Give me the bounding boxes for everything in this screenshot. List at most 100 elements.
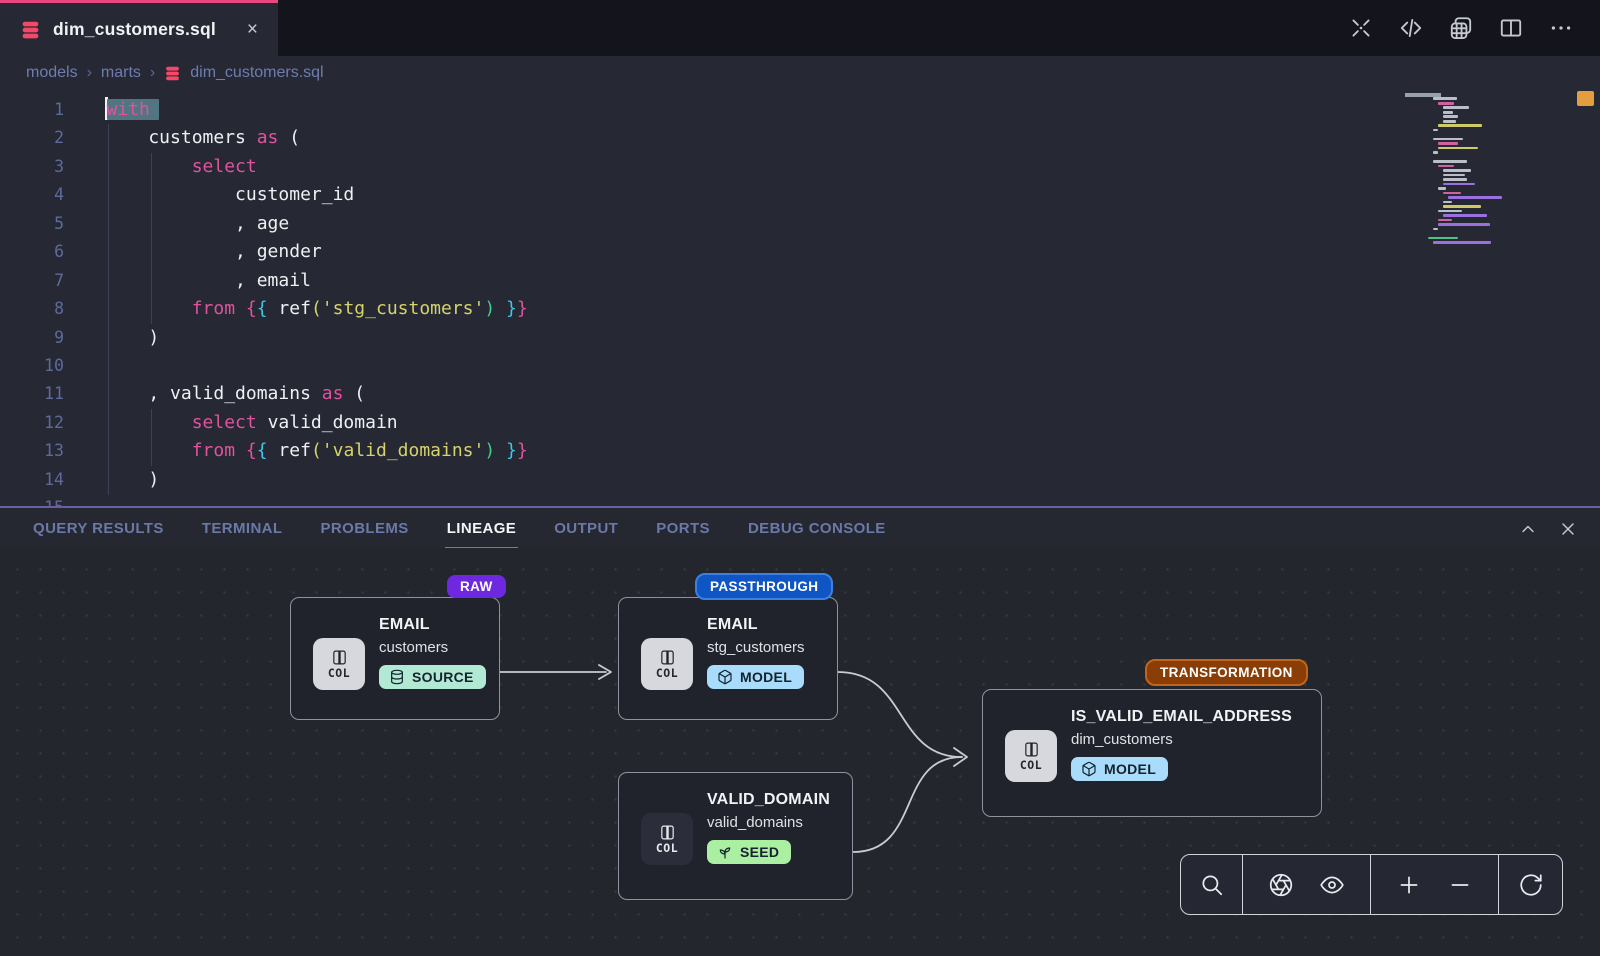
- collapse-panel-icon[interactable]: [1518, 519, 1538, 539]
- breadcrumb-separator: ›: [87, 64, 92, 82]
- panel-actions: [1518, 508, 1578, 550]
- code-line: from {{ ref('valid_domains') }}: [105, 437, 1420, 465]
- lineage-toolbar: [1180, 854, 1563, 915]
- zoom-out-icon[interactable]: [1447, 872, 1473, 898]
- code-line: , age: [105, 210, 1420, 238]
- lineage-node-stg-customers-email[interactable]: COL EMAIL stg_customers MODEL: [618, 597, 838, 720]
- toolbar-group-refresh: [1499, 855, 1562, 914]
- column-name: VALID_DOMAIN: [707, 791, 830, 809]
- badge-passthrough: PASSTHROUGH: [695, 573, 833, 600]
- cube-icon: [717, 669, 733, 685]
- code-line: select: [105, 153, 1420, 181]
- column-icon: COL: [641, 813, 693, 865]
- column-name: EMAIL: [379, 616, 486, 634]
- minimap-selection-marker: [1405, 93, 1441, 97]
- editor-tab-dim-customers[interactable]: dim_customers.sql ×: [0, 0, 278, 56]
- breadcrumb-separator: ›: [150, 64, 155, 82]
- code-editor[interactable]: 123456789101112131415 with customers as …: [0, 90, 1600, 506]
- panel-tab-query-results[interactable]: QUERY RESULTS: [33, 507, 164, 549]
- more-options-icon[interactable]: [1548, 15, 1574, 41]
- panel-tab-debug-console[interactable]: DEBUG CONSOLE: [748, 507, 886, 549]
- panel-tab-bar: QUERY RESULTS TERMINAL PROBLEMS LINEAGE OUTP…: [0, 506, 1600, 548]
- line-number: 2: [0, 124, 64, 152]
- type-pill-source: SOURCE: [379, 665, 486, 689]
- code-line: [105, 352, 1420, 380]
- ide-window: dim_customers.sql ×: [0, 0, 1600, 956]
- panel-tab-ports[interactable]: PORTS: [656, 507, 710, 549]
- line-number: 13: [0, 437, 64, 465]
- panel-tab-lineage[interactable]: LINEAGE: [447, 507, 516, 549]
- panel-tab-output[interactable]: OUTPUT: [554, 507, 618, 549]
- toolbar-group-search: [1181, 855, 1243, 914]
- column-name: IS_VALID_EMAIL_ADDRESS: [1071, 708, 1292, 726]
- line-number: 4: [0, 181, 64, 209]
- code-line: ): [105, 324, 1420, 352]
- line-number: 5: [0, 210, 64, 238]
- code-line: with: [105, 96, 1420, 124]
- line-number-gutter: 123456789101112131415: [0, 96, 64, 506]
- badge-transformation: TRANSFORMATION: [1145, 659, 1308, 686]
- type-pill-model: MODEL: [1071, 757, 1168, 781]
- zoom-in-icon[interactable]: [1396, 872, 1422, 898]
- code-line: from {{ ref('stg_customers') }}: [105, 295, 1420, 323]
- indent-guide: [151, 409, 152, 466]
- breadcrumb-item-dim-customers-sql[interactable]: dim_customers.sql: [190, 64, 323, 82]
- dbt-logo-icon[interactable]: [1348, 15, 1374, 41]
- refresh-icon[interactable]: [1518, 872, 1544, 898]
- table-copy-icon[interactable]: [1448, 15, 1474, 41]
- breadcrumb: models › marts › dim_customers.sql: [0, 56, 1600, 90]
- code-line: , email: [105, 267, 1420, 295]
- breadcrumb-item-marts[interactable]: marts: [101, 64, 141, 82]
- overview-ruler-marker: [1577, 91, 1594, 106]
- database-icon: [20, 19, 41, 41]
- tab-title: dim_customers.sql: [53, 19, 231, 40]
- database-icon: [389, 669, 405, 685]
- eye-icon[interactable]: [1319, 872, 1345, 898]
- model-name: valid_domains: [707, 814, 830, 831]
- line-number: 8: [0, 295, 64, 323]
- lineage-node-valid-domains-valid-domain[interactable]: COL VALID_DOMAIN valid_domains SEED: [618, 772, 853, 900]
- code-lines: with customers as ( select customer_id ,…: [105, 96, 1420, 506]
- column-icon: COL: [1005, 730, 1057, 782]
- panel-tab-problems[interactable]: PROBLEMS: [320, 507, 408, 549]
- close-panel-icon[interactable]: [1558, 519, 1578, 539]
- breadcrumb-item-models[interactable]: models: [26, 64, 78, 82]
- tab-close-icon[interactable]: ×: [243, 18, 262, 41]
- aperture-icon[interactable]: [1268, 872, 1294, 898]
- line-number: 14: [0, 466, 64, 494]
- indent-guide: [151, 153, 152, 324]
- line-number: 11: [0, 380, 64, 408]
- code-line: customer_id: [105, 181, 1420, 209]
- lineage-node-dim-customers-is-valid-email-address[interactable]: COL IS_VALID_EMAIL_ADDRESS dim_customers…: [982, 689, 1322, 817]
- code-line: , valid_domains as (: [105, 380, 1420, 408]
- code-icon[interactable]: [1398, 15, 1424, 41]
- line-number: 6: [0, 238, 64, 266]
- line-number: 9: [0, 324, 64, 352]
- lineage-node-customers-email[interactable]: COL EMAIL customers SOURCE: [290, 597, 500, 720]
- line-number: 15: [0, 494, 64, 506]
- search-icon[interactable]: [1199, 872, 1225, 898]
- toolbar-group-zoom: [1371, 855, 1499, 914]
- column-icon: COL: [641, 638, 693, 690]
- code-line: ): [105, 466, 1420, 494]
- type-pill-model: MODEL: [707, 665, 804, 689]
- line-number: 12: [0, 409, 64, 437]
- model-name: dim_customers: [1071, 731, 1292, 748]
- sprout-icon: [717, 844, 733, 860]
- model-name: customers: [379, 639, 486, 656]
- title-bar: dim_customers.sql ×: [0, 0, 1600, 56]
- split-editor-icon[interactable]: [1498, 15, 1524, 41]
- cube-icon: [1081, 761, 1097, 777]
- code-line: , gender: [105, 238, 1420, 266]
- lineage-canvas[interactable]: RAW COL EMAIL customers SOURCE PASSTHROU…: [0, 548, 1600, 956]
- panel-tab-terminal[interactable]: TERMINAL: [202, 507, 283, 549]
- line-number: 10: [0, 352, 64, 380]
- minimap[interactable]: [1428, 93, 1560, 245]
- database-icon: [164, 65, 181, 82]
- titlebar-actions: [1348, 0, 1600, 56]
- code-line: customers as (: [105, 124, 1420, 152]
- code-line: [105, 494, 1420, 506]
- line-number: 1: [0, 96, 64, 124]
- code-line: select valid_domain: [105, 409, 1420, 437]
- type-pill-seed: SEED: [707, 840, 791, 864]
